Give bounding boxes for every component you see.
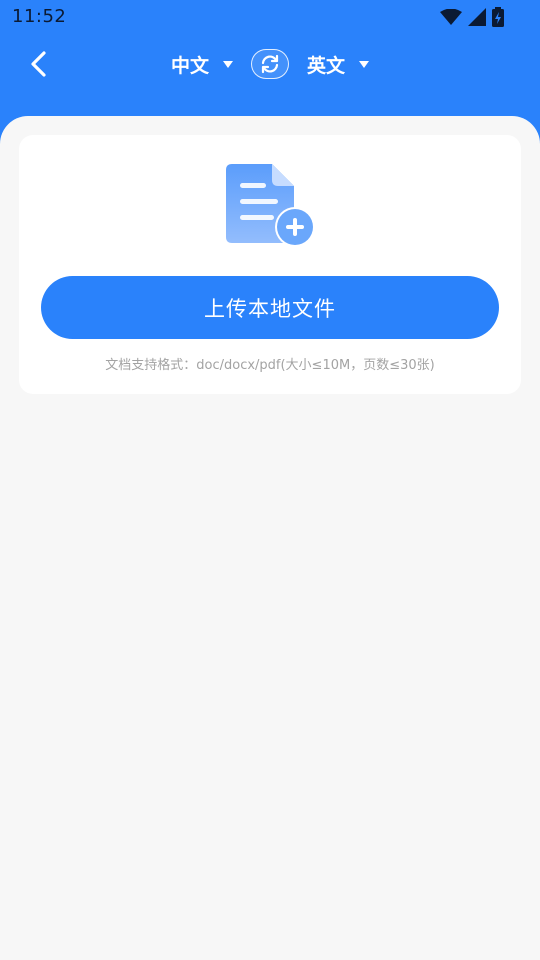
document-add-icon bbox=[226, 164, 315, 247]
status-icons bbox=[440, 7, 504, 27]
source-language-selector[interactable]: 中文 bbox=[171, 50, 234, 78]
target-language-label: 英文 bbox=[307, 54, 346, 77]
caret-down-icon bbox=[359, 60, 370, 68]
target-language-selector[interactable]: 英文 bbox=[307, 50, 370, 78]
upload-local-file-button[interactable]: 上传本地文件 bbox=[41, 276, 499, 339]
swap-languages-button[interactable] bbox=[251, 49, 289, 79]
chevron-left-icon bbox=[31, 51, 46, 77]
format-hint: 文档支持格式：doc/docx/pdf(大小≤10M，页数≤30张) bbox=[105, 358, 435, 373]
back-button[interactable] bbox=[22, 46, 56, 82]
status-time: 11:52 bbox=[12, 6, 67, 27]
nav-bar: 中文 英文 bbox=[0, 36, 540, 92]
status-bar: 11:52 bbox=[0, 0, 540, 34]
signal-icon bbox=[468, 8, 486, 26]
swap-icon bbox=[261, 54, 279, 74]
translation-upload-screen: 11:52 中文 英文 上传本地文件 文档支持格式：doc/docx/pdf(大… bbox=[0, 0, 540, 960]
upload-card: 上传本地文件 文档支持格式：doc/docx/pdf(大小≤10M，页数≤30张… bbox=[19, 135, 521, 394]
battery-icon bbox=[492, 7, 504, 27]
source-language-label: 中文 bbox=[171, 54, 210, 77]
caret-down-icon bbox=[223, 60, 234, 68]
wifi-icon bbox=[440, 9, 462, 25]
